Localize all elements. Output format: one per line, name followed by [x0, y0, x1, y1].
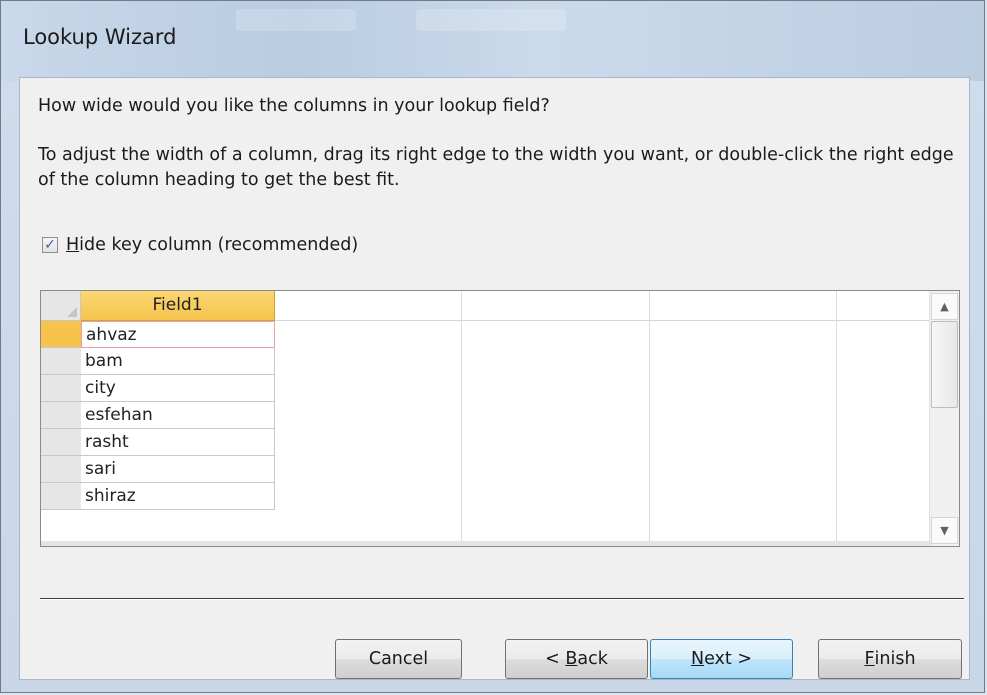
back-button[interactable]: < Back — [505, 639, 648, 679]
scroll-down-button[interactable]: ▼ — [931, 517, 958, 544]
window-title: Lookup Wizard — [23, 25, 177, 49]
grid-cell[interactable]: shiraz — [81, 483, 275, 510]
wizard-content: How wide would you like the columns in y… — [19, 77, 970, 680]
question-text: How wide would you like the columns in y… — [38, 96, 550, 116]
grid-cell[interactable]: ahvaz — [81, 321, 275, 348]
hide-key-column-option[interactable]: ✓ Hide key column (recommended) — [42, 235, 358, 255]
cancel-button[interactable]: Cancel — [335, 639, 462, 679]
grid-cell[interactable]: city — [81, 375, 275, 402]
vertical-scrollbar[interactable]: ▲ ▼ — [929, 291, 959, 546]
grid-line — [649, 291, 650, 546]
scroll-down-arrow-icon: ▼ — [940, 524, 949, 537]
grid-cell[interactable]: bam — [81, 348, 275, 375]
empty-header-area — [275, 291, 929, 321]
hide-key-label[interactable]: Hide key column (recommended) — [66, 235, 358, 255]
title-bar[interactable]: Lookup Wizard — [1, 1, 984, 81]
column-width-grid[interactable]: Field1 ahvaz bam city esfehan rasht sari shira… — [40, 290, 960, 547]
finish-button[interactable]: Finish — [818, 639, 962, 679]
scroll-up-button[interactable]: ▲ — [931, 293, 958, 320]
scroll-up-arrow-icon: ▲ — [940, 300, 949, 313]
grid-cell[interactable]: rasht — [81, 429, 275, 456]
lookup-wizard-window: Lookup Wizard How wide would you like th… — [0, 0, 985, 693]
grid-line — [461, 291, 462, 546]
button-separator — [40, 598, 964, 599]
grid-cell[interactable]: esfehan — [81, 402, 275, 429]
background-tab-ghost — [416, 9, 566, 31]
grid-line — [836, 291, 837, 546]
select-all-corner[interactable] — [41, 291, 81, 321]
column-header-field1[interactable]: Field1 — [81, 291, 275, 321]
checkmark-icon: ✓ — [44, 237, 56, 253]
row-selector[interactable] — [41, 375, 81, 402]
instruction-text: To adjust the width of a column, drag it… — [38, 145, 954, 190]
background-tab-ghost — [236, 9, 356, 31]
row-selector[interactable] — [41, 429, 81, 456]
row-selector[interactable] — [41, 402, 81, 429]
horizontal-scrollbar-edge[interactable] — [41, 541, 931, 546]
scroll-thumb[interactable] — [931, 321, 958, 408]
row-selector[interactable] — [41, 483, 81, 510]
hide-key-checkbox[interactable]: ✓ — [42, 237, 58, 253]
next-button[interactable]: Next > — [650, 639, 793, 679]
row-selector[interactable] — [41, 456, 81, 483]
grid-cell[interactable]: sari — [81, 456, 275, 483]
row-selector[interactable] — [41, 348, 81, 375]
row-selector[interactable] — [41, 321, 81, 348]
